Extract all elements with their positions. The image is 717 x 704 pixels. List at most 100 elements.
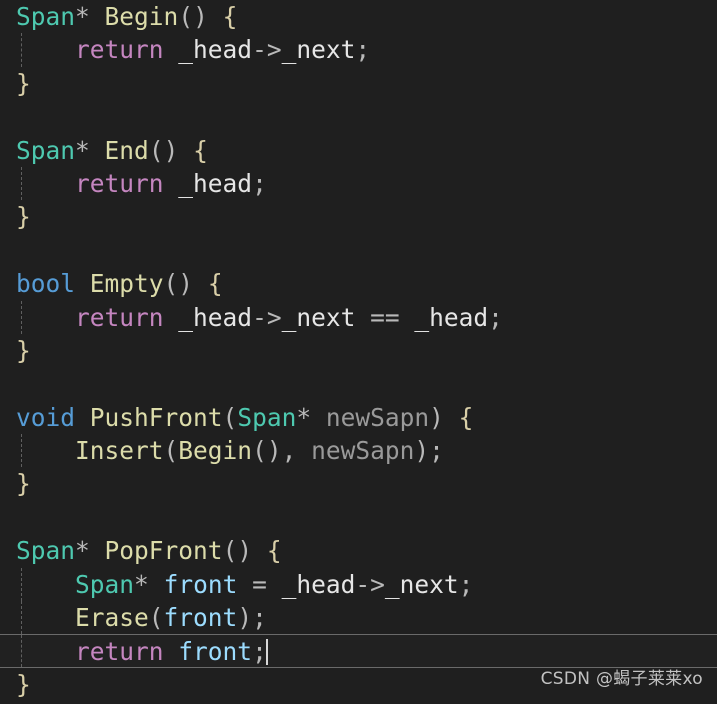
code-token-punct: == <box>370 302 400 332</box>
code-token-punct: ) <box>429 402 444 432</box>
code-token-brace1: { <box>222 2 238 31</box>
code-editor[interactable]: Span* Begin() { return _head->_next;}​Sp… <box>0 0 717 704</box>
code-token-member: _head <box>281 569 356 599</box>
code-token-keyword: bool <box>16 269 76 299</box>
code-token-punct: ( <box>222 402 238 432</box>
code-token-member: _head <box>178 302 253 332</box>
code-token-param: newSapn <box>311 436 415 466</box>
code-line[interactable]: } <box>0 200 717 233</box>
code-token-func: Erase <box>75 603 149 633</box>
code-line[interactable]: ​ <box>0 100 717 133</box>
code-token-punct: -> <box>355 569 385 599</box>
code-line[interactable]: ​ <box>0 367 717 400</box>
code-token-keyword: void <box>16 402 76 432</box>
code-token-var: front <box>178 637 253 667</box>
code-token-ctrl: return <box>75 637 164 667</box>
code-token-punct: () <box>163 269 194 299</box>
code-token-type: Span <box>237 402 297 432</box>
code-token-punct: -> <box>252 35 282 65</box>
code-token-member: _next <box>281 302 356 332</box>
code-line[interactable]: return front; <box>0 634 717 668</box>
code-token-brace1: { <box>458 402 474 432</box>
code-token-punct: * <box>75 536 90 566</box>
code-token-punct: ; <box>488 302 503 332</box>
code-token-punct: * <box>75 135 90 165</box>
code-line[interactable]: Span* PopFront() { <box>0 534 717 567</box>
code-token-punct: ( <box>163 436 179 466</box>
code-token-brace1: { <box>207 269 223 299</box>
code-token-param: newSapn <box>325 402 430 432</box>
code-token-punct: ; <box>355 35 371 65</box>
code-token-brace1: } <box>16 335 31 365</box>
code-token-ctrl: return <box>75 168 164 198</box>
code-token-punct: () <box>222 536 253 566</box>
code-line[interactable]: void PushFront(Span* newSapn) { <box>0 401 717 434</box>
code-line[interactable]: return _head->_next; <box>0 33 717 68</box>
code-line[interactable]: } <box>0 334 717 367</box>
code-line[interactable]: Span* End() { <box>0 134 717 167</box>
code-line[interactable]: return _head; <box>0 166 717 201</box>
code-token-punct: = <box>252 569 267 599</box>
code-token-punct: ) <box>414 436 430 466</box>
code-token-member: _next <box>281 35 356 65</box>
code-token-punct: () <box>148 135 179 165</box>
code-line[interactable]: bool Empty() { <box>0 267 717 300</box>
code-token-brace1: { <box>266 536 282 566</box>
code-token-punct: * <box>296 402 312 432</box>
code-token-punct: , <box>281 436 297 466</box>
code-token-brace1: } <box>16 469 31 499</box>
code-line[interactable]: Erase(front); <box>0 601 717 635</box>
code-token-var: front <box>163 569 238 599</box>
code-token-func: End <box>104 135 149 165</box>
code-token-brace1: } <box>16 68 31 98</box>
code-token-member: _next <box>384 569 459 599</box>
code-token-type: Span <box>16 2 76 31</box>
code-token-punct: * <box>134 569 149 599</box>
code-token-punct: ; <box>429 436 444 466</box>
code-token-ctrl: return <box>75 302 164 332</box>
code-token-punct: ; <box>458 569 474 599</box>
text-caret <box>265 639 268 666</box>
code-line[interactable]: Span* front = _head->_next; <box>0 567 717 602</box>
code-token-punct: ( <box>148 603 164 633</box>
code-token-func: PopFront <box>104 536 223 566</box>
code-line[interactable]: ​ <box>0 234 717 267</box>
code-line[interactable]: Insert(Begin(), newSapn); <box>0 434 717 468</box>
code-line[interactable]: ​ <box>0 501 717 534</box>
code-token-var: front <box>163 603 238 633</box>
code-token-member: _head <box>178 168 253 198</box>
code-token-type: Span <box>16 536 76 566</box>
code-line[interactable]: } <box>0 67 717 100</box>
code-token-punct: ; <box>252 637 267 667</box>
code-token-punct: * <box>75 2 90 31</box>
code-token-punct: () <box>178 2 208 31</box>
code-line[interactable]: } <box>0 467 717 500</box>
code-token-func: PushFront <box>89 402 223 432</box>
code-token-func: Begin <box>104 2 179 31</box>
code-token-member: _head <box>178 35 253 65</box>
code-token-punct: ; <box>252 168 267 198</box>
code-token-type: Span <box>75 569 135 599</box>
code-line[interactable]: Span* Begin() { <box>0 0 717 33</box>
code-line[interactable]: } <box>0 668 717 701</box>
code-surface[interactable]: Span* Begin() { return _head->_next;}​Sp… <box>0 0 717 704</box>
code-line[interactable]: return _head->_next == _head; <box>0 300 717 335</box>
